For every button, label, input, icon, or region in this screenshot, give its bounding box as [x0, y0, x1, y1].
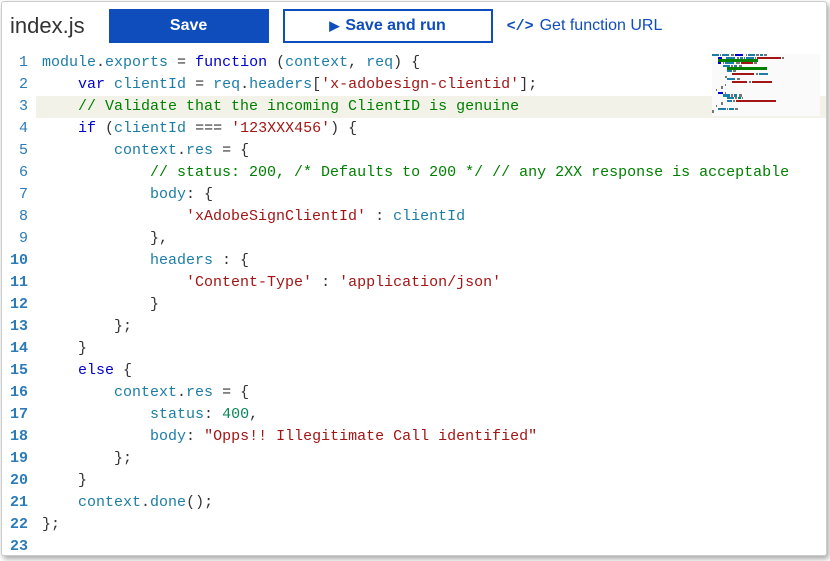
code-line[interactable]: else {	[36, 360, 826, 382]
code-line[interactable]: body: "Opps!! Illegitimate Call identifi…	[36, 426, 826, 448]
code-line[interactable]: body: {	[36, 184, 826, 206]
line-number: 3	[2, 96, 28, 118]
toolbar: index.js Save ▶ Save and run </> Get fun…	[2, 2, 826, 50]
line-number: 19	[2, 448, 28, 470]
line-number: 7	[2, 184, 28, 206]
code-line[interactable]: status: 400,	[36, 404, 826, 426]
line-number: 22	[2, 514, 28, 536]
line-number: 9	[2, 228, 28, 250]
code-line[interactable]: 'Content-Type' : 'application/json'	[36, 272, 826, 294]
code-tag-icon: </>	[507, 18, 534, 35]
code-line[interactable]	[36, 536, 826, 558]
code-line[interactable]: };	[36, 514, 826, 536]
line-number: 6	[2, 162, 28, 184]
line-number: 20	[2, 470, 28, 492]
code-line[interactable]: };	[36, 448, 826, 470]
code-line[interactable]: context.res = {	[36, 140, 826, 162]
code-line[interactable]: var clientId = req.headers['x-adobesign-…	[36, 74, 826, 96]
line-number: 10	[2, 250, 28, 272]
line-number: 16	[2, 382, 28, 404]
save-button-label: Save	[170, 17, 207, 35]
code-line[interactable]: // Validate that the incoming ClientID i…	[36, 96, 826, 118]
line-number: 8	[2, 206, 28, 228]
code-line[interactable]: 'xAdobeSignClientId' : clientId	[36, 206, 826, 228]
minimap[interactable]	[712, 54, 820, 116]
get-function-url-label: Get function URL	[540, 17, 663, 35]
code-line[interactable]: context.done();	[36, 492, 826, 514]
code-line[interactable]: }	[36, 470, 826, 492]
line-number: 14	[2, 338, 28, 360]
code-line[interactable]: // status: 200, /* Defaults to 200 */ //…	[36, 162, 826, 184]
code-line[interactable]: module.exports = function (context, req)…	[36, 52, 826, 74]
line-number: 11	[2, 272, 28, 294]
line-number: 18	[2, 426, 28, 448]
play-icon: ▶	[329, 18, 339, 34]
line-number: 23	[2, 536, 28, 558]
line-number: 2	[2, 74, 28, 96]
line-number: 12	[2, 294, 28, 316]
filename-label: index.js	[10, 13, 95, 39]
line-number: 5	[2, 140, 28, 162]
code-line[interactable]: }	[36, 338, 826, 360]
line-number: 4	[2, 118, 28, 140]
line-number: 17	[2, 404, 28, 426]
code-line[interactable]: },	[36, 228, 826, 250]
code-content[interactable]: module.exports = function (context, req)…	[36, 52, 826, 558]
save-and-run-button[interactable]: ▶ Save and run	[283, 9, 493, 43]
line-number-gutter: 1234567891011121314151617181920212223	[2, 52, 36, 558]
line-number: 21	[2, 492, 28, 514]
line-number: 13	[2, 316, 28, 338]
code-line[interactable]: if (clientId === '123XXX456') {	[36, 118, 826, 140]
code-line[interactable]: };	[36, 316, 826, 338]
get-function-url-button[interactable]: </> Get function URL	[507, 9, 663, 43]
line-number: 1	[2, 52, 28, 74]
save-button[interactable]: Save	[109, 9, 269, 43]
code-line[interactable]: headers : {	[36, 250, 826, 272]
code-line[interactable]: context.res = {	[36, 382, 826, 404]
editor-container: index.js Save ▶ Save and run </> Get fun…	[1, 1, 827, 556]
line-number: 15	[2, 360, 28, 382]
code-editor[interactable]: 1234567891011121314151617181920212223 mo…	[2, 50, 826, 558]
code-line[interactable]: }	[36, 294, 826, 316]
save-and-run-label: Save and run	[345, 17, 445, 35]
